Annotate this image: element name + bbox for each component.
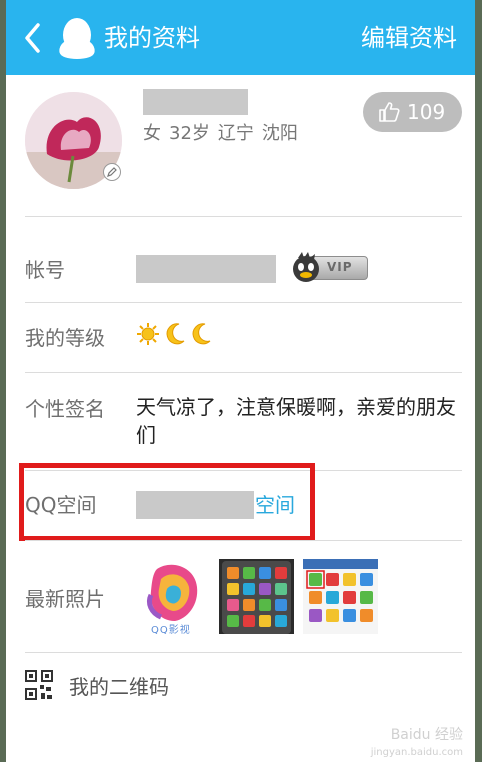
province: 辽宁: [217, 123, 254, 144]
photo-thumbnail[interactable]: [219, 559, 294, 634]
divider: [25, 540, 462, 541]
qr-code-icon[interactable]: [25, 670, 53, 700]
photo-caption: QQ影视: [151, 625, 191, 634]
watermark: Baidu 经验: [390, 727, 463, 743]
highlight-box: [19, 463, 315, 541]
app-grid-image: [303, 559, 378, 622]
signature-text: 天气凉了，注意保暖啊，亲爱的朋友们: [136, 395, 456, 447]
nickname-redacted: [143, 89, 248, 115]
profile-meta: 女 32岁 辽宁 沈阳: [143, 121, 306, 147]
vip-text: VIP: [327, 260, 353, 274]
phone-homescreen-image: [222, 561, 291, 634]
vip-penguin-icon: [293, 252, 319, 282]
photo-thumbnail[interactable]: [303, 559, 378, 634]
like-button[interactable]: 109: [363, 92, 462, 132]
photos-label: 最新照片: [25, 587, 105, 611]
sun-icon: [137, 323, 159, 345]
divider: [25, 372, 462, 373]
pencil-icon[interactable]: [103, 163, 121, 181]
age: 32岁: [169, 123, 210, 144]
divider: [25, 302, 462, 303]
gender: 女: [143, 123, 161, 144]
like-count: 109: [407, 100, 446, 124]
account-label: 帐号: [25, 258, 65, 282]
vip-badge[interactable]: VIP: [290, 250, 368, 284]
signature-label: 个性签名: [25, 397, 105, 421]
divider: [25, 652, 462, 653]
level-label: 我的等级: [25, 326, 105, 350]
city: 沈阳: [261, 123, 298, 144]
moon-icon: [166, 323, 185, 345]
edit-profile-button[interactable]: 编辑资料: [361, 20, 457, 56]
thumbs-up-icon: [379, 102, 400, 122]
photo-thumbnail[interactable]: QQ影视: [137, 559, 212, 634]
chevron-left-icon[interactable]: [22, 22, 44, 54]
moon-icon: [192, 323, 211, 345]
divider: [25, 216, 462, 217]
account-number-redacted: [136, 255, 276, 283]
qq-penguin-icon: [59, 18, 95, 59]
top-bar: 我的资料 编辑资料: [6, 0, 475, 75]
profile-header: 女 32岁 辽宁 沈阳 109: [6, 75, 475, 217]
page-title: 我的资料: [104, 24, 200, 52]
profile-screen: 我的资料 编辑资料 女 32岁 辽宁 沈阳 109 帐号 VIP 我的等级 个性…: [6, 0, 475, 762]
qr-code-label[interactable]: 我的二维码: [69, 672, 169, 702]
watermark-url: jingyan.baidu.com: [370, 747, 463, 758]
